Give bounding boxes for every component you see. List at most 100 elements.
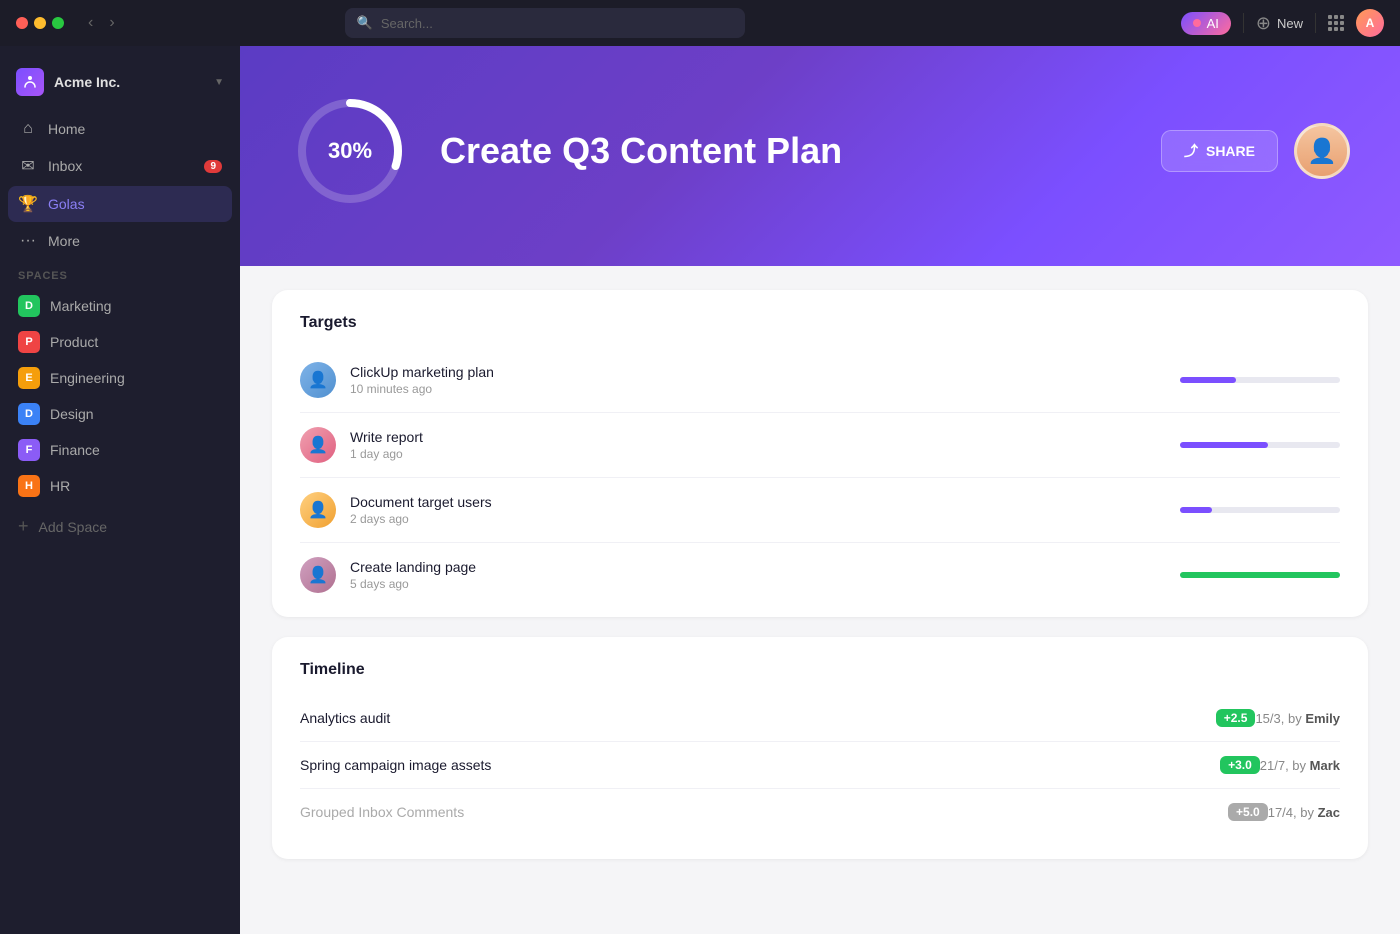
- target-progress-1: [1180, 377, 1340, 383]
- target-name-4: Create landing page: [350, 559, 1166, 575]
- target-info-4: Create landing page 5 days ago: [350, 559, 1166, 591]
- sidebar-item-goals[interactable]: 🏆 Golas: [8, 186, 232, 222]
- timeline-item: Analytics audit +2.5 15/3, by Emily: [300, 695, 1340, 742]
- chevron-down-icon: ▼: [214, 77, 224, 88]
- space-dot-engineering: E: [18, 367, 40, 389]
- hero-actions: ⤴ SHARE 👤: [1161, 123, 1350, 179]
- grid-icon[interactable]: [1328, 15, 1344, 31]
- target-progress-fill-3: [1180, 507, 1212, 513]
- tl-close[interactable]: [16, 17, 28, 29]
- timeline-meta-1: 15/3, by Emily: [1255, 711, 1340, 726]
- tl-minimize[interactable]: [34, 17, 46, 29]
- sidebar-item-engineering[interactable]: E Engineering: [8, 360, 232, 396]
- topbar: ‹ › 🔍 Search... AI ⊕ New A: [0, 0, 1400, 46]
- timeline-item: Spring campaign image assets +3.0 21/7, …: [300, 742, 1340, 789]
- progress-percentage: 30%: [328, 138, 372, 164]
- ai-dot-icon: [1193, 19, 1201, 27]
- add-space-button[interactable]: + Add Space: [0, 508, 240, 545]
- spaces-section-label: Spaces: [0, 258, 240, 288]
- space-name: Design: [50, 406, 94, 422]
- target-progress-4: [1180, 572, 1340, 578]
- target-info-3: Document target users 2 days ago: [350, 494, 1166, 526]
- new-button[interactable]: ⊕ New: [1256, 13, 1303, 34]
- target-progress-2: [1180, 442, 1340, 448]
- space-dot-hr: H: [18, 475, 40, 497]
- space-dot-finance: F: [18, 439, 40, 461]
- targets-card: Targets 👤 ClickUp marketing plan 10 minu…: [272, 290, 1368, 617]
- target-item: 👤 ClickUp marketing plan 10 minutes ago: [300, 348, 1340, 413]
- workspace-header[interactable]: Acme Inc. ▼: [0, 62, 240, 112]
- inbox-badge: 9: [204, 160, 222, 173]
- space-name: Marketing: [50, 298, 111, 314]
- timeline-meta-2: 21/7, by Mark: [1260, 758, 1340, 773]
- add-space-label: Add Space: [39, 519, 108, 535]
- target-info-1: ClickUp marketing plan 10 minutes ago: [350, 364, 1166, 396]
- sidebar-item-label: More: [48, 233, 80, 249]
- traffic-lights: [16, 17, 64, 29]
- target-progress-fill-4: [1180, 572, 1340, 578]
- sidebar-item-more[interactable]: ··· More: [8, 224, 232, 258]
- add-space-plus-icon: +: [18, 516, 29, 537]
- target-name-3: Document target users: [350, 494, 1166, 510]
- target-item: 👤 Write report 1 day ago: [300, 413, 1340, 478]
- space-name: HR: [50, 478, 70, 494]
- target-progress-fill-1: [1180, 377, 1236, 383]
- main-content: 30% Create Q3 Content Plan ⤴ SHARE 👤 Tar…: [240, 46, 1400, 934]
- target-name-1: ClickUp marketing plan: [350, 364, 1166, 380]
- avatar-face: 👤: [1297, 126, 1347, 176]
- ai-button[interactable]: AI: [1181, 12, 1231, 35]
- spaces-list: D Marketing P Product E Engineering D De…: [0, 288, 240, 504]
- share-button[interactable]: ⤴ SHARE: [1161, 130, 1278, 172]
- nav-back[interactable]: ‹: [82, 12, 99, 34]
- target-time-3: 2 days ago: [350, 512, 1166, 526]
- nav-arrows: ‹ ›: [82, 12, 121, 34]
- timeline-name-3: Grouped Inbox Comments: [300, 804, 1218, 820]
- sidebar-item-marketing[interactable]: D Marketing: [8, 288, 232, 324]
- topbar-divider2: [1315, 13, 1316, 33]
- topbar-right: AI ⊕ New A: [1181, 9, 1384, 37]
- target-info-2: Write report 1 day ago: [350, 429, 1166, 461]
- target-progress-3: [1180, 507, 1340, 513]
- share-label: SHARE: [1206, 143, 1255, 159]
- space-dot-design: D: [18, 403, 40, 425]
- target-avatar-4: 👤: [300, 557, 336, 593]
- target-item: 👤 Create landing page 5 days ago: [300, 543, 1340, 593]
- hero-title: Create Q3 Content Plan: [440, 130, 1131, 172]
- sidebar-item-design[interactable]: D Design: [8, 396, 232, 432]
- sidebar-item-label: Inbox: [48, 158, 82, 174]
- sidebar-item-label: Home: [48, 121, 85, 137]
- share-icon: ⤴: [1184, 141, 1198, 161]
- targets-section-title: Targets: [300, 314, 1340, 332]
- sidebar-item-product[interactable]: P Product: [8, 324, 232, 360]
- timeline-badge-2: +3.0: [1220, 756, 1260, 774]
- tl-maximize[interactable]: [52, 17, 64, 29]
- hero-section: 30% Create Q3 Content Plan ⤴ SHARE 👤: [240, 46, 1400, 266]
- timeline-item: Grouped Inbox Comments +5.0 17/4, by Zac: [300, 789, 1340, 835]
- target-avatar-1: 👤: [300, 362, 336, 398]
- sidebar-item-inbox[interactable]: ✉ Inbox 9: [8, 148, 232, 184]
- timeline-badge-3: +5.0: [1228, 803, 1268, 821]
- space-name: Engineering: [50, 370, 125, 386]
- timeline-name-1: Analytics audit: [300, 710, 1206, 726]
- target-time-2: 1 day ago: [350, 447, 1166, 461]
- search-bar[interactable]: 🔍 Search...: [345, 8, 745, 38]
- sidebar-item-hr[interactable]: H HR: [8, 468, 232, 504]
- cards-area: Targets 👤 ClickUp marketing plan 10 minu…: [240, 266, 1400, 883]
- sidebar-item-finance[interactable]: F Finance: [8, 432, 232, 468]
- nav-forward[interactable]: ›: [103, 12, 120, 34]
- workspace-icon: [16, 68, 44, 96]
- hero-user-avatar[interactable]: 👤: [1294, 123, 1350, 179]
- topbar-divider: [1243, 13, 1244, 33]
- goals-icon: 🏆: [18, 194, 38, 214]
- target-avatar-3: 👤: [300, 492, 336, 528]
- timeline-meta-3: 17/4, by Zac: [1268, 805, 1340, 820]
- workspace-name: Acme Inc.: [54, 74, 120, 90]
- target-name-2: Write report: [350, 429, 1166, 445]
- sidebar-nav: ⌂ Home ✉ Inbox 9 🏆 Golas ··· More: [0, 112, 240, 258]
- sidebar-item-home[interactable]: ⌂ Home: [8, 112, 232, 146]
- inbox-icon: ✉: [18, 156, 38, 176]
- user-avatar[interactable]: A: [1356, 9, 1384, 37]
- space-name: Finance: [50, 442, 100, 458]
- timeline-badge-1: +2.5: [1216, 709, 1256, 727]
- target-time-1: 10 minutes ago: [350, 382, 1166, 396]
